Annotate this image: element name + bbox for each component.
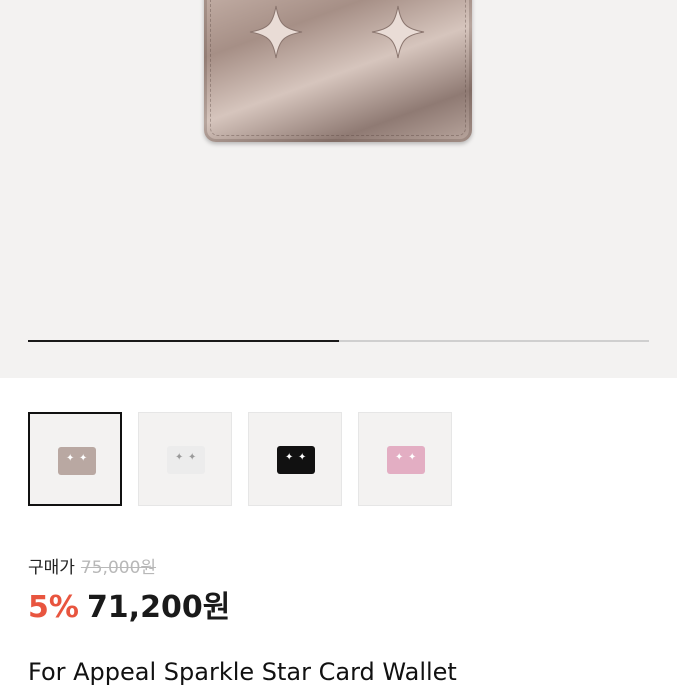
thumb-white[interactable]: ✦ ✦	[138, 412, 232, 506]
product-main-image	[204, 0, 472, 142]
thumb-pink[interactable]: ✦ ✦	[358, 412, 452, 506]
carousel-progress-fill	[28, 340, 339, 342]
four-point-star-icon: ✦	[408, 452, 417, 463]
four-point-star-icon: ✦	[395, 452, 404, 463]
four-point-star-icon: ✦	[285, 452, 294, 463]
final-price: 71,200원	[86, 590, 231, 625]
original-price: 75,000원	[80, 558, 157, 578]
four-point-star-icon: ✦	[175, 452, 184, 463]
four-point-star-icon	[371, 5, 425, 59]
discount-rate: 5%	[28, 590, 79, 625]
thumb-wallet-image: ✦ ✦	[277, 446, 315, 474]
product-image-carousel[interactable]	[0, 0, 677, 378]
four-point-star-icon	[249, 5, 303, 59]
thumb-wallet-image: ✦ ✦	[167, 446, 205, 474]
thumb-wallet-image: ✦ ✦	[387, 446, 425, 474]
price-label-row: 구매가 75,000원	[28, 553, 156, 578]
price-label: 구매가	[28, 558, 75, 578]
four-point-star-icon: ✦	[298, 452, 307, 463]
product-title: For Appeal Sparkle Star Card Wallet	[28, 658, 457, 686]
four-point-star-icon: ✦	[66, 453, 75, 464]
four-point-star-icon: ✦	[79, 453, 88, 464]
thumb-black[interactable]: ✦ ✦	[248, 412, 342, 506]
thumb-wallet-image: ✦ ✦	[58, 447, 96, 475]
sale-price-row: 5% 71,200원	[28, 582, 230, 626]
carousel-progress-bar	[28, 340, 649, 342]
thumb-rose-gold[interactable]: ✦ ✦	[28, 412, 122, 506]
four-point-star-icon: ✦	[188, 452, 197, 463]
